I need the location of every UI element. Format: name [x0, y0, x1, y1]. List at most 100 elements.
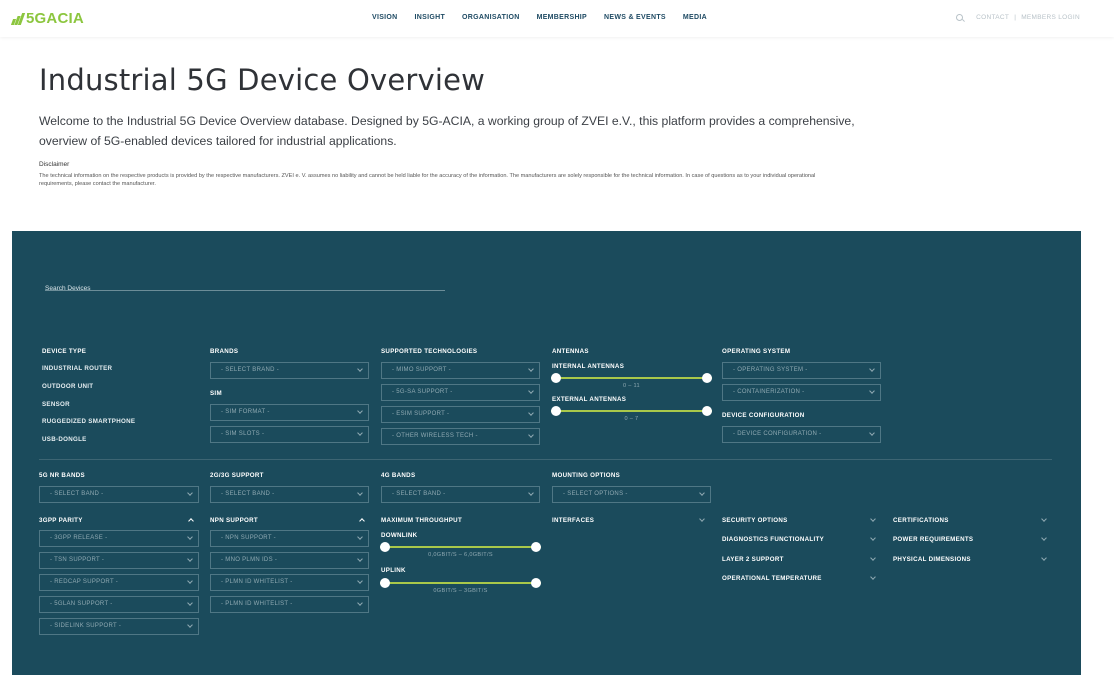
chevron-down-icon [357, 600, 363, 606]
npn-select[interactable]: - NPN SUPPORT - [210, 530, 369, 547]
sim-format-select[interactable]: - SIM FORMAT - [210, 404, 369, 421]
contact-link[interactable]: CONTACT [976, 14, 1009, 21]
chevron-down-icon [187, 578, 193, 584]
chevron-down-icon[interactable] [1041, 535, 1047, 541]
containerization-select[interactable]: - CONTAINERIZATION - [722, 384, 881, 401]
parity-label[interactable]: 3GPP PARITY [39, 517, 83, 524]
antennas-label: ANTENNAS [552, 348, 589, 355]
slider-max-handle[interactable] [702, 406, 712, 416]
slider-min-handle[interactable] [380, 578, 390, 588]
chevron-down-icon[interactable] [870, 555, 876, 561]
uplink-range: 0GBIT/S – 3GBIT/S [433, 588, 488, 594]
mounting-select[interactable]: - SELECT OPTIONS - [552, 486, 711, 503]
layer2-label[interactable]: LAYER 2 SUPPORT [722, 556, 784, 563]
chevron-down-icon [528, 366, 534, 372]
sim-label: SIM [210, 390, 222, 397]
nav-membership[interactable]: MEMBERSHIP [537, 14, 587, 21]
nr-bands-label: 5G NR BANDS [39, 472, 85, 479]
operating-system-value: - OPERATING SYSTEM - [733, 367, 808, 373]
tsn-value: - TSN SUPPORT - [50, 557, 105, 563]
npn-label[interactable]: NPN SUPPORT [210, 517, 258, 524]
chevron-up-icon[interactable] [359, 518, 365, 524]
diagnostics-label[interactable]: DIAGNOSTICS FUNCTIONALITY [722, 536, 824, 543]
internal-antennas-range: 0 – 11 [623, 383, 640, 389]
tsn-select[interactable]: - TSN SUPPORT - [39, 552, 199, 569]
slider-min-handle[interactable] [551, 373, 561, 383]
redcap-select[interactable]: - REDCAP SUPPORT - [39, 574, 199, 591]
search-icon[interactable] [956, 14, 964, 21]
esim-select[interactable]: - ESIM SUPPORT - [381, 406, 540, 423]
sidelink-select[interactable]: - SIDELINK SUPPORT - [39, 618, 199, 635]
chevron-down-icon[interactable] [1041, 555, 1047, 561]
device-type-usb-dongle[interactable]: USB-DONGLE [42, 436, 87, 443]
interfaces-label[interactable]: INTERFACES [552, 517, 594, 524]
plmn-whitelist-select-2[interactable]: - PLMN ID WHITELIST - [210, 596, 369, 613]
chevron-down-icon[interactable] [870, 574, 876, 580]
disclaimer-title: Disclaimer [39, 161, 70, 168]
slider-max-handle[interactable] [531, 542, 541, 552]
mimo-select[interactable]: - MIMO SUPPORT - [381, 362, 540, 379]
nav-organisation[interactable]: ORGANISATION [462, 14, 520, 21]
support-2g3g-select[interactable]: - SELECT BAND - [210, 486, 369, 503]
utility-nav: CONTACT | MEMBERS LOGIN [956, 14, 1080, 21]
chevron-down-icon[interactable] [699, 516, 705, 522]
uplink-slider[interactable] [380, 578, 541, 588]
release-select[interactable]: - 3GPP RELEASE - [39, 530, 199, 547]
support-2g3g-value: - SELECT BAND - [221, 491, 275, 497]
sidelink-value: - SIDELINK SUPPORT - [50, 623, 122, 629]
mno-plmn-select[interactable]: - MNO PLMN IDS - [210, 552, 369, 569]
npn-value: - NPN SUPPORT - [221, 535, 276, 541]
certifications-label[interactable]: CERTIFICATIONS [893, 517, 949, 524]
search-field [45, 277, 445, 295]
5glan-select[interactable]: - 5GLAN SUPPORT - [39, 596, 199, 613]
internal-antennas-slider[interactable] [551, 373, 712, 383]
device-type-outdoor-unit[interactable]: OUTDOOR UNIT [42, 383, 93, 390]
bands-4g-select[interactable]: - SELECT BAND - [381, 486, 540, 503]
nav-media[interactable]: MEDIA [683, 14, 707, 21]
dimensions-label[interactable]: PHYSICAL DIMENSIONS [893, 556, 971, 563]
chevron-down-icon[interactable] [1041, 516, 1047, 522]
slider-max-handle[interactable] [702, 373, 712, 383]
members-login-link[interactable]: MEMBERS LOGIN [1021, 14, 1080, 21]
device-configuration-select[interactable]: - DEVICE CONFIGURATION - [722, 426, 881, 443]
device-type-sensor[interactable]: SENSOR [42, 401, 70, 408]
bands-4g-value: - SELECT BAND - [392, 491, 446, 497]
sa-select[interactable]: - 5G-SA SUPPORT - [381, 384, 540, 401]
sim-format-value: - SIM FORMAT - [221, 409, 270, 415]
throughput-label: MAXIMUM THROUGHPUT [381, 517, 463, 524]
chevron-down-icon [357, 366, 363, 372]
chevron-up-icon[interactable] [188, 518, 194, 524]
slider-track [380, 546, 541, 548]
slider-max-handle[interactable] [531, 578, 541, 588]
logo[interactable]: 5GACIA [10, 10, 84, 27]
slider-min-handle[interactable] [551, 406, 561, 416]
other-wireless-select[interactable]: - OTHER WIRELESS TECH - [381, 428, 540, 445]
chevron-down-icon [528, 432, 534, 438]
plmn-whitelist-value: - PLMN ID WHITELIST - [221, 579, 293, 585]
slider-min-handle[interactable] [380, 542, 390, 552]
plmn-whitelist-select[interactable]: - PLMN ID WHITELIST - [210, 574, 369, 591]
op-temp-label[interactable]: OPERATIONAL TEMPERATURE [722, 575, 822, 582]
search-input[interactable] [45, 282, 445, 295]
chevron-down-icon [869, 366, 875, 372]
5glan-value: - 5GLAN SUPPORT - [50, 601, 113, 607]
chevron-down-icon[interactable] [870, 535, 876, 541]
security-label[interactable]: SECURITY OPTIONS [722, 517, 788, 524]
nr-bands-select[interactable]: - SELECT BAND - [39, 486, 199, 503]
nav-news-events[interactable]: NEWS & EVENTS [604, 14, 666, 21]
power-label[interactable]: POWER REQUIREMENTS [893, 536, 973, 543]
chevron-down-icon[interactable] [870, 516, 876, 522]
device-type-ruggedized-smartphone[interactable]: RUGGEDIZED SMARTPHONE [42, 418, 135, 425]
external-antennas-slider[interactable] [551, 406, 712, 416]
chevron-down-icon [357, 408, 363, 414]
brand-select[interactable]: - SELECT BRAND - [210, 362, 369, 379]
device-type-industrial-router[interactable]: INDUSTRIAL ROUTER [42, 365, 112, 372]
device-configuration-label: DEVICE CONFIGURATION [722, 412, 805, 419]
downlink-slider[interactable] [380, 542, 541, 552]
nav-insight[interactable]: INSIGHT [415, 14, 446, 21]
nav-vision[interactable]: VISION [372, 14, 398, 21]
other-wireless-value: - OTHER WIRELESS TECH - [392, 433, 478, 439]
sim-slots-select[interactable]: - SIM SLOTS - [210, 426, 369, 443]
operating-system-select[interactable]: - OPERATING SYSTEM - [722, 362, 881, 379]
redcap-value: - REDCAP SUPPORT - [50, 579, 119, 585]
